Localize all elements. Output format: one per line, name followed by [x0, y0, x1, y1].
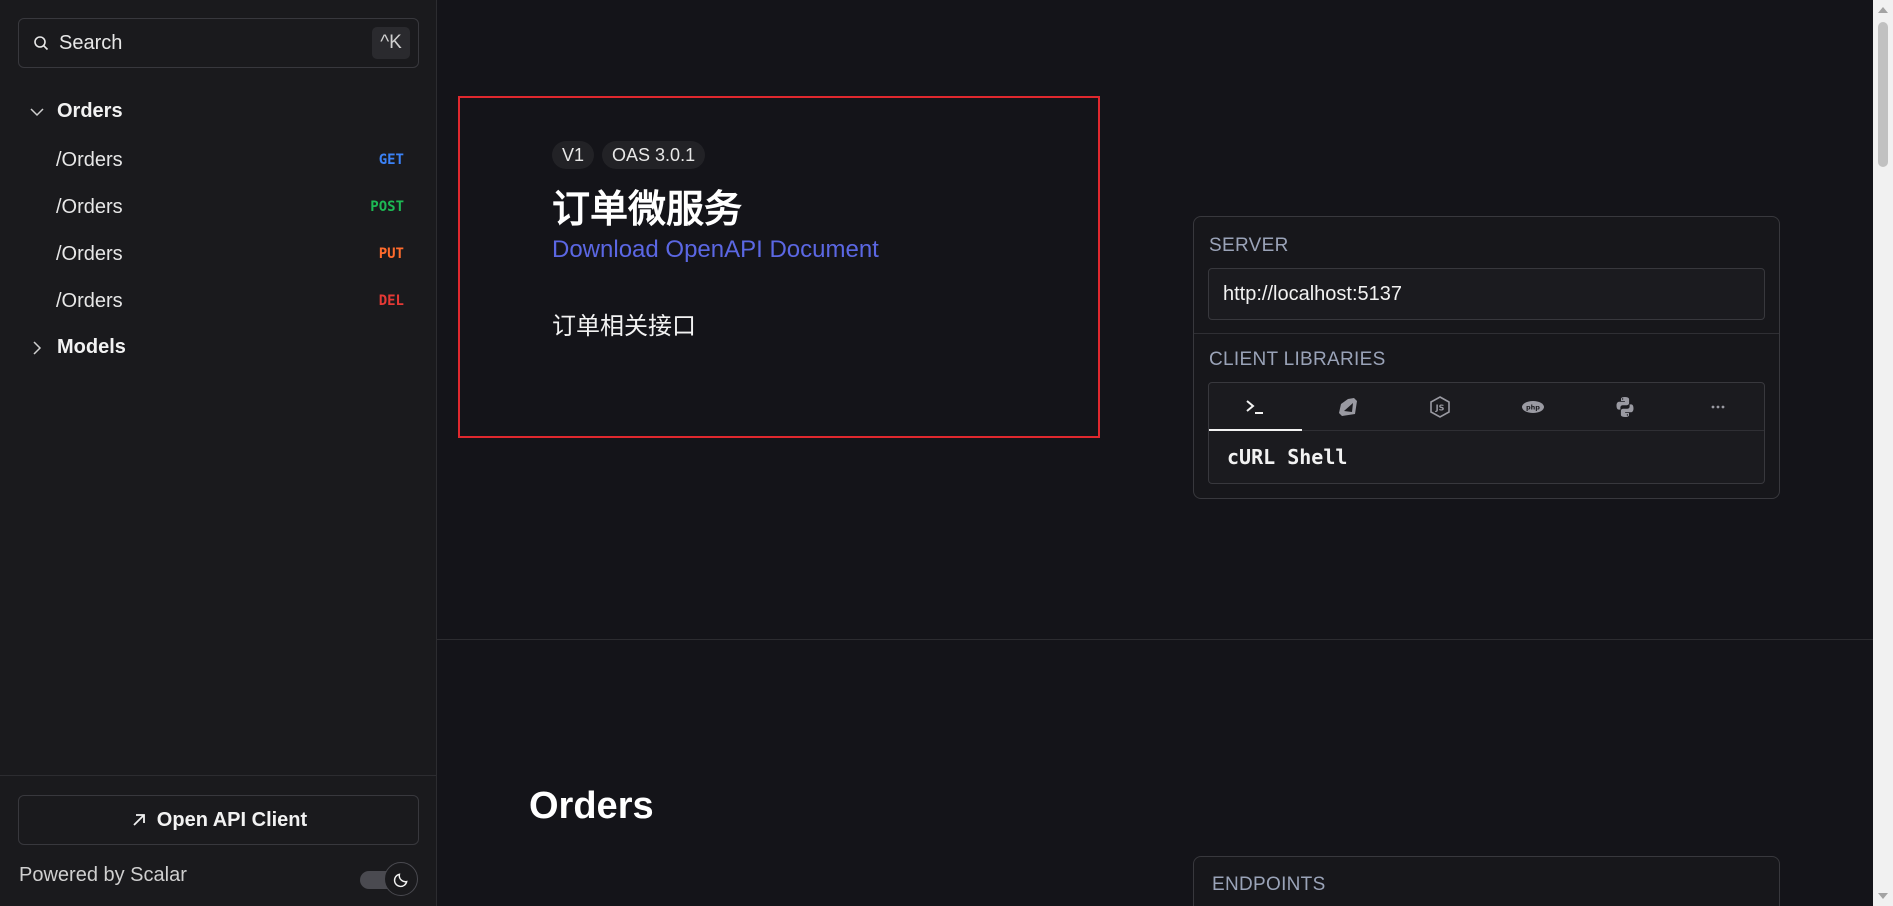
download-openapi-link[interactable]: Download OpenAPI Document — [552, 236, 879, 264]
method-badge-put: PUT — [378, 246, 404, 262]
version-badge: V1 — [552, 141, 595, 169]
ruby-icon — [1338, 397, 1357, 416]
search-icon — [34, 36, 49, 51]
sidebar-item-get-orders[interactable]: /Orders GET — [56, 142, 404, 178]
moon-icon — [393, 872, 408, 887]
tab-shell[interactable] — [1209, 383, 1302, 431]
library-tabs: JS php — [1209, 383, 1764, 431]
arrow-up-right-icon — [133, 814, 145, 826]
endpoints-card: ENDPOINTS — [1193, 856, 1780, 906]
section-title-orders: Orders — [529, 785, 654, 827]
endpoint-path: /Orders — [56, 148, 123, 171]
selected-library: cURL Shell — [1227, 445, 1348, 469]
server-url-select[interactable]: http://localhost:5137 — [1208, 268, 1765, 320]
svg-text:JS: JS — [1435, 403, 1445, 412]
nodejs-icon: JS — [1430, 395, 1451, 418]
tab-more[interactable] — [1672, 383, 1765, 430]
tab-ruby[interactable] — [1302, 383, 1395, 430]
method-badge-del: DEL — [378, 293, 404, 309]
section-divider — [437, 639, 1873, 640]
chevron-down-icon — [30, 107, 44, 116]
api-description: 订单相关接口 — [552, 313, 696, 340]
sidebar-item-put-orders[interactable]: /Orders PUT — [56, 236, 404, 272]
sidebar-group-label: Orders — [57, 100, 123, 122]
endpoint-path: /Orders — [56, 195, 123, 218]
toggle-knob — [384, 862, 418, 896]
endpoint-path: /Orders — [56, 289, 123, 312]
scrollbar[interactable] — [1873, 0, 1893, 906]
svg-text:php: php — [1526, 403, 1540, 411]
method-badge-get: GET — [378, 152, 404, 168]
card-divider — [1194, 333, 1779, 334]
sidebar-item-post-orders[interactable]: /Orders POST — [56, 189, 404, 225]
endpoint-path: /Orders — [56, 242, 123, 265]
search-shortcut: ^K — [372, 27, 410, 59]
main-content: V1 OAS 3.0.1 订单微服务 Download OpenAPI Docu… — [437, 0, 1873, 906]
version-badges: V1 OAS 3.0.1 — [552, 141, 713, 169]
php-icon: php — [1521, 400, 1544, 413]
more-icon — [1711, 405, 1725, 408]
tab-php[interactable]: php — [1487, 383, 1580, 430]
scrollbar-thumb[interactable] — [1878, 22, 1888, 167]
oas-badge: OAS 3.0.1 — [602, 141, 706, 169]
open-api-client-label: Open API Client — [156, 808, 308, 831]
search-input[interactable]: Search ^K — [18, 18, 419, 68]
client-libraries: JS php cURL Shell — [1208, 382, 1765, 484]
sidebar-group-models[interactable]: Models — [28, 336, 126, 359]
sidebar-item-delete-orders[interactable]: /Orders DEL — [56, 283, 404, 319]
tab-python[interactable] — [1579, 383, 1672, 430]
sidebar-group-orders[interactable]: Orders — [28, 100, 123, 123]
method-badge-post: POST — [370, 199, 404, 215]
dark-mode-toggle[interactable] — [360, 862, 420, 896]
client-libraries-label: CLIENT LIBRARIES — [1209, 349, 1386, 370]
search-placeholder: Search — [59, 31, 123, 54]
server-card: SERVER http://localhost:5137 CLIENT LIBR… — [1193, 216, 1780, 499]
python-icon — [1616, 396, 1634, 417]
scroll-down-arrow[interactable] — [1878, 893, 1888, 899]
sidebar-footer: Open API Client Powered by Scalar — [0, 775, 436, 906]
chevron-right-icon — [33, 340, 42, 355]
powered-by-text: Powered by Scalar — [19, 864, 187, 886]
endpoints-label: ENDPOINTS — [1212, 874, 1326, 895]
tab-nodejs[interactable]: JS — [1394, 383, 1487, 430]
scroll-up-arrow[interactable] — [1878, 7, 1888, 13]
api-intro: V1 OAS 3.0.1 订单微服务 Download OpenAPI Docu… — [458, 96, 1100, 438]
sidebar-group-label: Models — [57, 336, 126, 358]
api-title: 订单微服务 — [552, 189, 743, 231]
open-api-client-button[interactable]: Open API Client — [18, 795, 419, 845]
terminal-icon — [1246, 399, 1264, 414]
sidebar: Search ^K Orders /Orders GET /Orders POS… — [0, 0, 437, 906]
server-label: SERVER — [1209, 235, 1289, 256]
